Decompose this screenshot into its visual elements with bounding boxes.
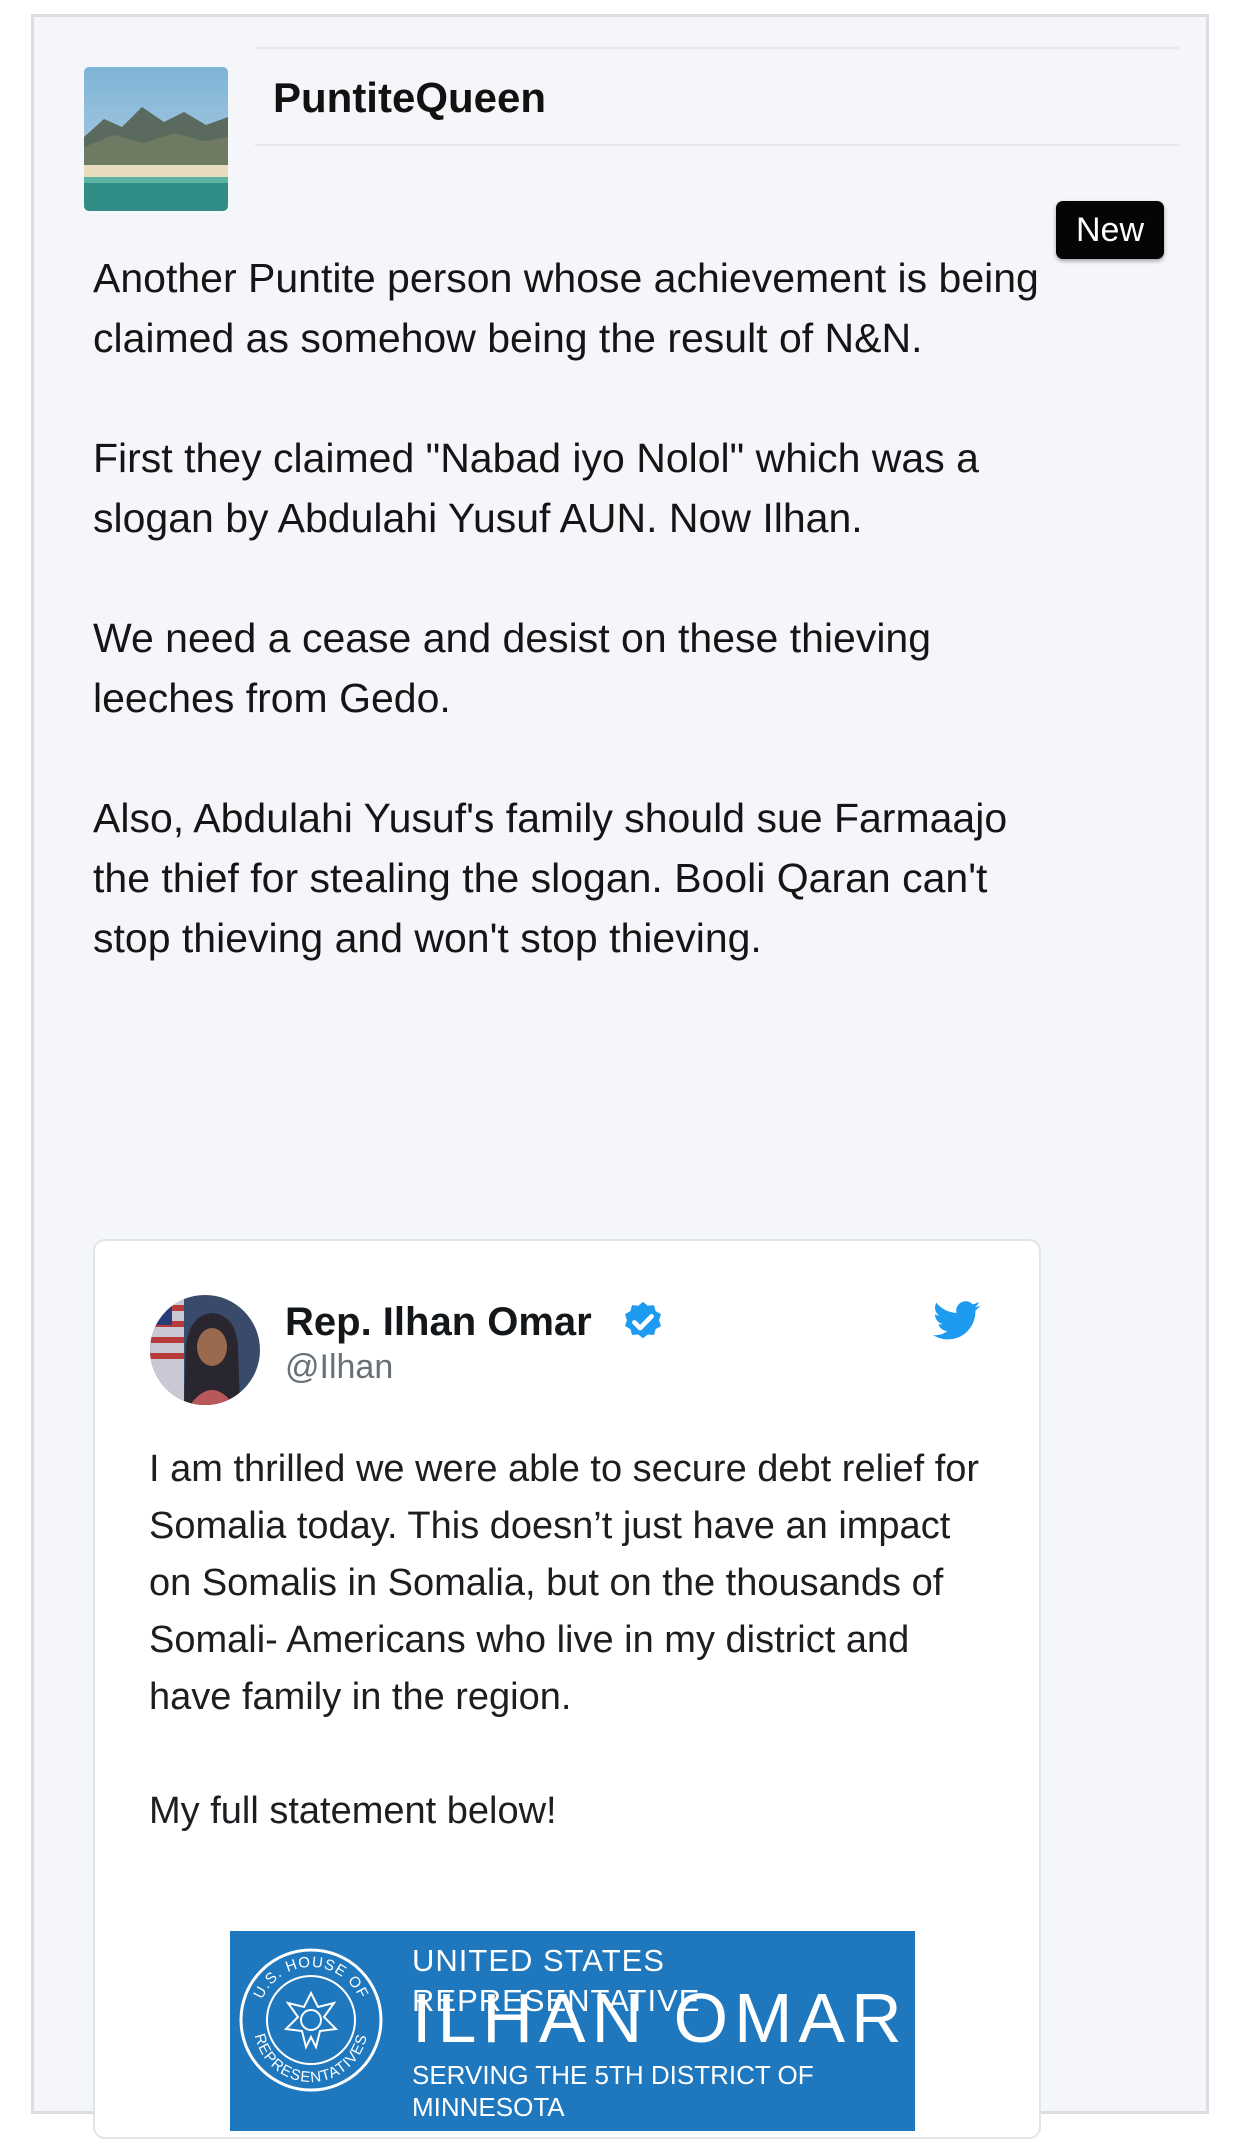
post-paragraph: We need a cease and desist on these thie…	[93, 615, 932, 721]
header-divider-top	[255, 47, 1179, 49]
tweet-text: I am thrilled we were able to secure deb…	[149, 1441, 999, 1897]
post-paragraph: Another Puntite person whose achievement…	[93, 255, 1039, 361]
post-paragraph: First they claimed "Nabad iyo Nolol" whi…	[93, 435, 979, 541]
seal-text-bottom: REPRESENTATIVES	[251, 2032, 370, 2087]
username[interactable]: PuntiteQueen	[273, 70, 546, 126]
tweet-author-name[interactable]: Rep. Ilhan Omar	[285, 1297, 592, 1347]
tweet-paragraph: My full statement below!	[149, 1790, 557, 1832]
post-body: Another Puntite person whose achievement…	[93, 248, 1073, 1028]
tweet-paragraph: I am thrilled we were able to secure deb…	[149, 1448, 980, 1718]
avatar-beach-image	[84, 67, 228, 211]
post-paragraph: Also, Abdulahi Yusuf's family should sue…	[93, 795, 1008, 961]
author-portrait-image	[150, 1295, 260, 1405]
tweet-author-avatar[interactable]	[150, 1295, 260, 1405]
tweet-author-handle[interactable]: @Ilhan	[285, 1345, 393, 1389]
statement-banner-image[interactable]: U.S. HOUSE OF REPRESENTATIVES UNITED STA…	[230, 1931, 915, 2131]
banner-name-line: ILHAN OMAR	[412, 1979, 908, 2057]
twitter-bird-icon[interactable]	[933, 1301, 981, 1341]
user-avatar[interactable]	[84, 67, 228, 211]
header-divider-bottom	[255, 144, 1179, 146]
house-seal-icon: U.S. HOUSE OF REPRESENTATIVES	[236, 1945, 386, 2095]
svg-text:REPRESENTATIVES: REPRESENTATIVES	[251, 2032, 371, 2087]
banner-subtitle-line: SERVING THE 5TH DISTRICT OF MINNESOTA	[412, 2060, 814, 2122]
verified-badge-icon	[620, 1299, 666, 1345]
embedded-tweet[interactable]: Rep. Ilhan Omar @Ilhan I am thrilled we …	[93, 1239, 1041, 2139]
